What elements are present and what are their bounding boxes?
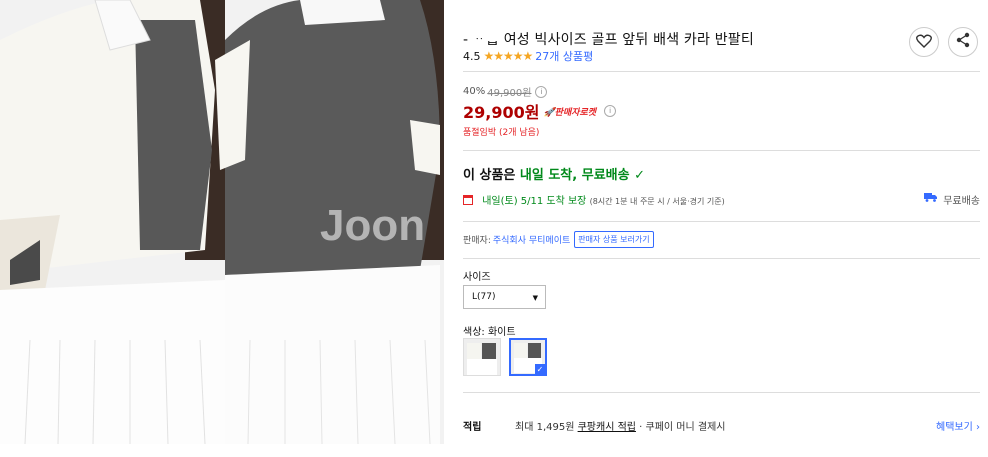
free-shipping-label: 무료배송 xyxy=(943,196,980,207)
seller-rocket-badge: 🚀판매자로켓 xyxy=(543,107,597,118)
reward-text-suffix: · 쿠페이 머니 결제시 xyxy=(635,422,726,433)
color-swatch-white[interactable]: ✓ xyxy=(509,338,547,376)
delivery-date-row: 내일(토) 5/11 도착 보장 (8시간 1분 내 주문 시 / 서울·경기 … xyxy=(463,192,980,210)
delivery-headline: 이 상품은 내일 도착, 무료배송 ✓ xyxy=(463,164,645,183)
image-watermark: Joon xyxy=(320,201,425,250)
reward-label: 적립 xyxy=(463,422,482,433)
sale-price: 29,900원 xyxy=(463,103,540,122)
color-swatch-option[interactable] xyxy=(463,338,501,376)
chevron-down-icon: ▼ xyxy=(532,294,538,302)
rating-row: 4.5 ★★★★★ 27개 상품평 xyxy=(463,48,593,64)
delivery-note: (8시간 1분 내 주문 시 / 서울·경기 기준) xyxy=(589,197,725,206)
reward-text: 최대 1,495원 쿠팡캐시 적립 · 쿠페이 머니 결제시 xyxy=(515,418,725,433)
star-rating-icon: ★★★★★ xyxy=(483,49,534,63)
info-icon[interactable]: i xyxy=(535,85,548,98)
truck-icon xyxy=(924,192,938,205)
divider xyxy=(463,221,980,222)
reward-text-prefix: 최대 1,495원 xyxy=(515,422,578,433)
discount-row: 40% 49,900원 i xyxy=(463,84,548,99)
review-count-link[interactable]: 27개 상품평 xyxy=(535,48,593,64)
seller-products-button[interactable]: 판매자 상품 보러가기 xyxy=(574,231,654,248)
calendar-icon xyxy=(463,195,473,205)
original-price: 49,900원 xyxy=(487,88,532,99)
share-icon xyxy=(955,32,971,52)
size-select[interactable]: L(77) ▼ xyxy=(463,285,546,309)
size-value: L(77) xyxy=(472,292,496,302)
info-icon[interactable]: i xyxy=(604,105,617,117)
divider xyxy=(463,392,980,393)
color-label: 색상: 화이트 xyxy=(463,327,516,338)
product-title: - ᆢᆸ 여성 빅사이즈 골프 앞뒤 배색 카라 반팔티 xyxy=(463,32,754,48)
seller-row: 판매자: 주식회사 무티메이트 판매자 상품 보러가기 xyxy=(463,231,654,248)
product-main-image[interactable]: Joon xyxy=(0,0,444,444)
product-info-panel: - ᆢᆸ 여성 빅사이즈 골프 앞뒤 배색 카라 반팔티 4.5 ★★★★★ 2… xyxy=(463,0,980,457)
divider xyxy=(463,71,980,72)
size-label: 사이즈 xyxy=(463,272,491,283)
delivery-headline-green: 내일 도착, 무료배송 xyxy=(519,168,630,183)
heart-icon xyxy=(916,33,932,52)
seller-name-link[interactable]: 주식회사 무티메이트 xyxy=(493,233,570,246)
divider xyxy=(463,150,980,151)
delivery-headline-prefix: 이 상품은 xyxy=(463,168,520,183)
coupang-cash-link[interactable]: 쿠팡캐시 적립 xyxy=(578,422,636,433)
benefit-view-link[interactable]: 혜택보기 › xyxy=(936,418,980,433)
selected-check-icon: ✓ xyxy=(535,364,545,374)
price-row: 29,900원 🚀판매자로켓 i xyxy=(463,99,617,123)
discount-rate: 40% xyxy=(463,86,486,97)
delivery-date: 내일(토) 5/11 도착 보장 xyxy=(482,196,587,207)
stock-notice: 품절임박 (2개 남음) xyxy=(463,128,540,138)
wishlist-button[interactable] xyxy=(909,27,939,57)
seller-label: 판매자: xyxy=(463,236,491,246)
divider xyxy=(463,258,980,259)
share-button[interactable] xyxy=(948,27,978,57)
check-icon: ✓ xyxy=(634,168,646,183)
rating-value: 4.5 xyxy=(463,49,481,63)
